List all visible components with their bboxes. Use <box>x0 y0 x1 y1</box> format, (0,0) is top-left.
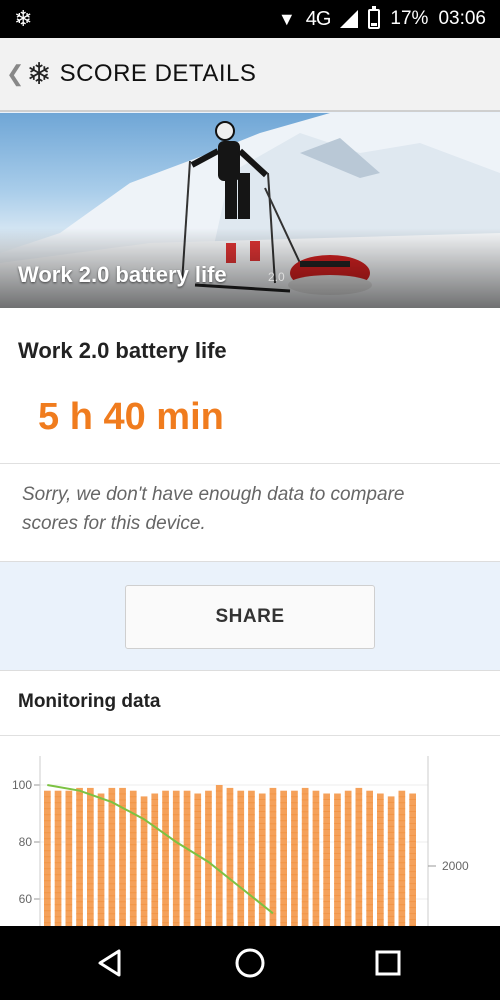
chart-bar <box>301 787 309 927</box>
chart-bar <box>140 796 148 927</box>
chart-bar <box>54 790 62 927</box>
wifi-icon: ▼ <box>277 8 296 29</box>
page-title: SCORE DETAILS <box>59 60 257 87</box>
chevron-left-icon[interactable]: ❮ <box>6 61 24 87</box>
signal-icon <box>340 10 359 28</box>
chart-bar <box>215 785 223 927</box>
score-value: 5 h 40 min <box>38 396 224 438</box>
monitoring-title: Monitoring data <box>18 691 161 712</box>
chart-bar <box>151 793 159 927</box>
chart-bar <box>65 790 73 927</box>
score-card: Work 2.0 battery life 5 h 40 min Sorry, … <box>0 308 500 562</box>
chart-bar <box>194 793 202 927</box>
hero-image: Work 2.0 battery life 2.0 <box>0 113 500 308</box>
chart-bar <box>237 790 245 927</box>
battery-level-fill <box>371 23 378 26</box>
chart-bar <box>248 790 255 927</box>
circle-home-icon[interactable] <box>210 926 290 1000</box>
clock: 03:06 <box>438 8 486 29</box>
left-tick-label: 60 <box>19 892 33 906</box>
left-tick-label: 80 <box>19 835 33 849</box>
chart-bar <box>183 790 191 927</box>
chart-bar <box>387 796 395 927</box>
chart-bar <box>205 790 212 927</box>
chart-bar <box>226 787 234 927</box>
square-recents-icon[interactable] <box>348 926 428 1000</box>
monitoring-chart-svg: 100 80 60 2000 <box>12 756 469 927</box>
chart-bar <box>355 787 363 927</box>
chart-bar <box>87 787 94 927</box>
network-type: 4G <box>305 7 332 30</box>
hero-title: Work 2.0 battery life <box>18 262 227 287</box>
hero-version: 2.0 <box>268 270 285 284</box>
battery-icon <box>368 6 381 29</box>
right-tick-label: 2000 <box>442 859 469 873</box>
chart-bar <box>323 793 330 927</box>
chart-bar <box>334 793 341 927</box>
snowflake-icon: ❄ <box>14 6 33 31</box>
chart-bar <box>76 787 83 927</box>
score-name: Work 2.0 battery life <box>18 338 227 363</box>
chart-bar <box>366 790 373 927</box>
snowflake-logo-icon[interactable]: ❄ <box>26 57 51 92</box>
chart-bar <box>344 790 352 927</box>
score-note: Sorry, we don't have enough data to comp… <box>22 484 405 534</box>
status-bar: ❄ ▼ 4G 17% 03:06 <box>0 0 500 38</box>
battery-percent: 17% <box>390 8 429 29</box>
status-indicators: ▼ 4G 17% 03:06 <box>278 0 486 38</box>
chart-bar <box>409 793 416 927</box>
chart-bar <box>97 793 105 927</box>
chart-bar <box>377 793 384 927</box>
monitoring-card: Monitoring data 100 80 60 2000 <box>0 670 500 927</box>
chart-bar <box>172 790 180 927</box>
chart-bar <box>280 790 287 927</box>
chart-bar <box>162 790 169 927</box>
monitoring-chart: 100 80 60 2000 <box>0 736 500 927</box>
chart-bar <box>291 790 298 927</box>
chart-bar <box>312 790 320 927</box>
chart-bar <box>108 787 116 927</box>
divider <box>0 463 500 464</box>
triangle-back-icon[interactable] <box>70 926 150 1000</box>
left-tick-label: 100 <box>12 778 32 792</box>
share-button[interactable]: SHARE <box>125 585 375 649</box>
chart-bar <box>44 790 51 927</box>
chart-bar <box>398 790 406 927</box>
app-bar: ❮ ❄ SCORE DETAILS <box>0 38 500 112</box>
chart-bar <box>269 787 277 927</box>
navigation-bar <box>0 926 500 1000</box>
